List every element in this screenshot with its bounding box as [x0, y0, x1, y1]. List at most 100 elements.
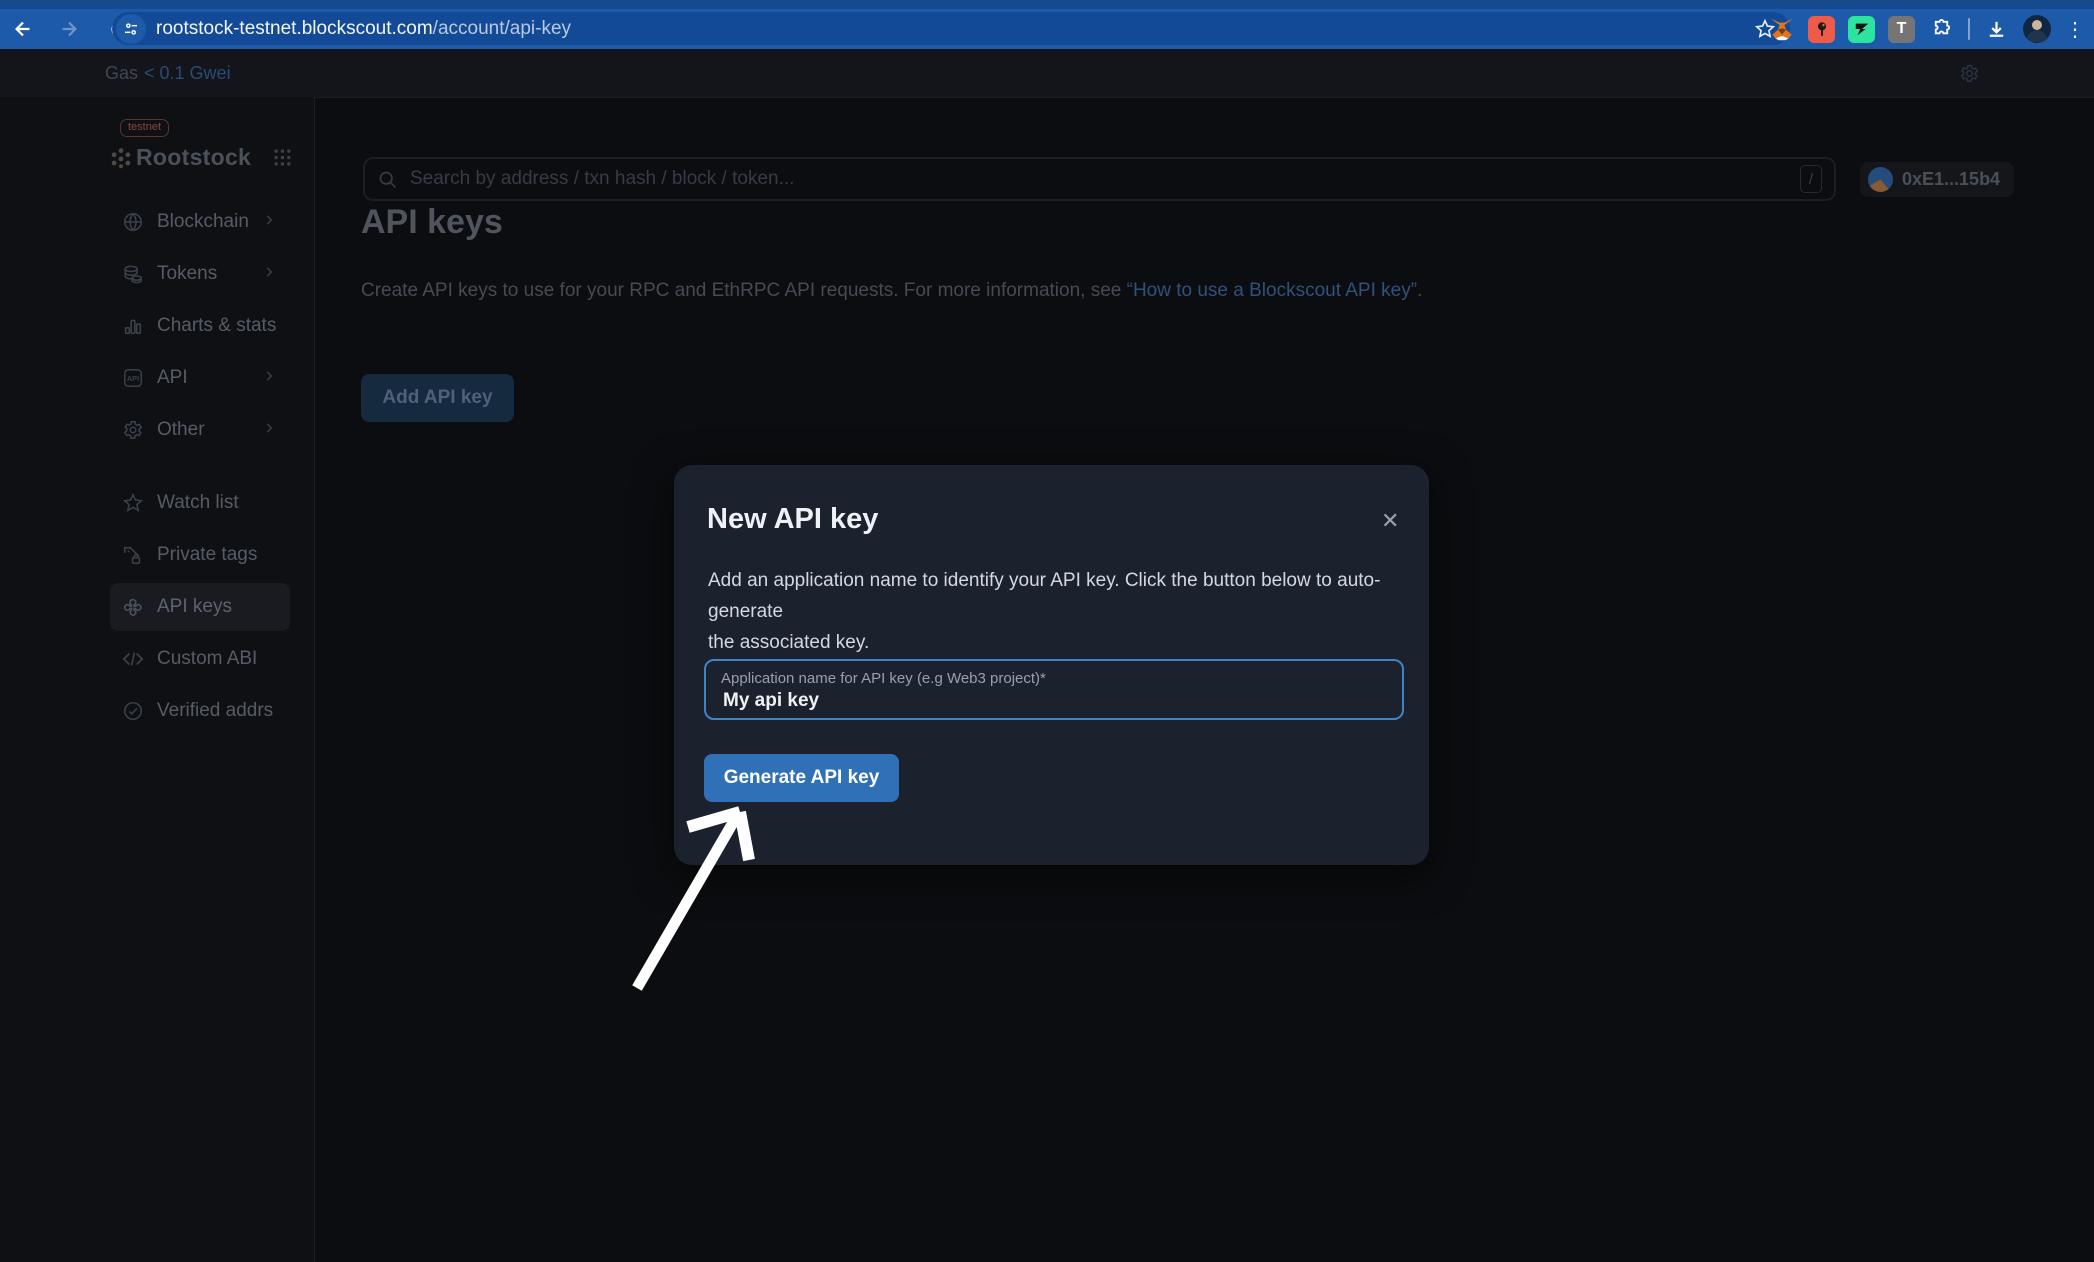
t-extension-button[interactable]: T [1888, 16, 1915, 43]
puzzle-icon [1930, 18, 1953, 41]
sidebar-item-verified-addrs[interactable]: Verified addrs [110, 687, 290, 735]
downloads-button[interactable] [1983, 16, 2010, 43]
sidebar-item-label: Other [157, 419, 262, 441]
application-name-input[interactable] [721, 689, 1385, 713]
description-period: . [1417, 280, 1422, 301]
chevron-right-icon [262, 263, 276, 285]
sidebar: testnet Rootstock [0, 97, 315, 1262]
avatar-head-shape [2032, 20, 2042, 30]
page-description: Create API keys to use for your RPC and … [361, 280, 1422, 302]
modal-close-button[interactable]: ✕ [1375, 505, 1405, 535]
account-nav: Watch list Private tags API keys [110, 479, 290, 739]
description-text: Create API keys to use for your RPC and … [361, 280, 1127, 301]
gear-icon [122, 419, 144, 441]
green-extension-glyph-icon [1854, 21, 1870, 37]
api-badge-icon: API [122, 367, 144, 389]
t-extension-letter: T [1897, 20, 1907, 38]
logo-block[interactable]: testnet Rootstock [110, 117, 300, 171]
sidebar-item-label: Custom ABI [157, 648, 276, 670]
site-settings-icon [123, 21, 139, 37]
sidebar-item-label: Watch list [157, 492, 276, 514]
gear-icon [1959, 63, 1980, 84]
how-to-use-link[interactable]: “How to use a Blockscout API key” [1127, 280, 1417, 301]
search-icon [377, 169, 398, 190]
sidebar-item-tokens[interactable]: Tokens [110, 250, 290, 298]
pin-extension-button[interactable] [1808, 16, 1835, 43]
sidebar-item-label: API [157, 367, 262, 389]
modal-description: Add an application name to identify your… [708, 565, 1403, 658]
top-stats-strip: Gas < 0.1 Gwei [0, 49, 2094, 98]
bar-chart-icon [122, 315, 144, 337]
sidebar-item-blockchain[interactable]: Blockchain [110, 198, 290, 246]
modal-description-line1: Add an application name to identify your… [708, 570, 1380, 622]
url-path: /account/api-key [433, 18, 571, 39]
search-input[interactable] [408, 167, 1800, 191]
browser-profile-avatar[interactable] [2023, 15, 2051, 43]
chevron-right-icon [262, 211, 276, 233]
download-icon [1985, 18, 2008, 41]
page-settings-button[interactable] [1959, 49, 1980, 97]
toolbar-separator [1968, 18, 1970, 40]
site-settings-button[interactable] [116, 14, 146, 44]
star-icon [122, 492, 144, 514]
url-text[interactable]: rootstock-testnet.blockscout.com/account… [156, 18, 571, 40]
globe-icon [122, 211, 144, 233]
sidebar-item-label: Charts & stats [157, 315, 276, 337]
sidebar-item-private-tags[interactable]: Private tags [110, 531, 290, 579]
modal-title: New API key [707, 503, 878, 536]
browser-top-strip [0, 0, 2094, 9]
forward-arrow-icon [58, 18, 80, 40]
extensions-menu-button[interactable] [1928, 16, 1955, 43]
testnet-badge: testnet [120, 119, 169, 137]
sidebar-item-label: Blockchain [157, 211, 262, 233]
sidebar-item-custom-abi[interactable]: Custom ABI [110, 635, 290, 683]
search-shortcut-badge: / [1800, 165, 1822, 193]
metamask-extension-button[interactable] [1768, 16, 1795, 43]
api-key-icon [122, 596, 144, 618]
sidebar-item-api-keys[interactable]: API keys [110, 583, 290, 631]
page-title: API keys [361, 203, 503, 242]
gas-value: < 0.1 Gwei [144, 63, 231, 84]
kebab-menu-icon: ⋮ [2065, 17, 2085, 42]
address-bar[interactable]: rootstock-testnet.blockscout.com/account… [112, 12, 1790, 45]
pin-glyph-icon [1815, 21, 1829, 37]
sidebar-item-label: Private tags [157, 544, 276, 566]
application-name-label: Application name for API key (e.g Web3 p… [721, 670, 1046, 687]
sidebar-item-api[interactable]: API API [110, 354, 290, 402]
chevron-right-icon [262, 367, 276, 389]
main-nav: Blockchain Tokens Charts & stats [110, 198, 290, 458]
gas-tracker[interactable]: Gas < 0.1 Gwei [105, 49, 231, 97]
coins-icon [122, 263, 144, 285]
search-bar[interactable]: / [363, 157, 1836, 201]
back-arrow-icon [12, 18, 34, 40]
sidebar-item-label: Tokens [157, 263, 262, 285]
chevron-right-icon [262, 419, 276, 441]
url-host: rootstock-testnet.blockscout.com [156, 18, 433, 39]
apps-grid-icon[interactable] [273, 148, 292, 167]
sidebar-item-other[interactable]: Other [110, 406, 290, 454]
new-api-key-modal: New API key ✕ Add an application name to… [674, 465, 1429, 865]
screen: rootstock-testnet.blockscout.com/account… [0, 0, 2094, 1262]
rootstock-logo-text: Rootstock [136, 144, 251, 171]
svg-text:API: API [127, 374, 139, 383]
check-circle-icon [122, 700, 144, 722]
browser-toolbar: rootstock-testnet.blockscout.com/account… [0, 0, 2094, 49]
application-name-field[interactable]: Application name for API key (e.g Web3 p… [704, 659, 1404, 720]
rootstock-logo-icon [110, 147, 132, 169]
sidebar-item-charts-stats[interactable]: Charts & stats [110, 302, 290, 350]
add-api-key-button[interactable]: Add API key [361, 374, 514, 422]
sidebar-item-watch-list[interactable]: Watch list [110, 479, 290, 527]
forward-button[interactable] [52, 12, 86, 46]
generate-api-key-button[interactable]: Generate API key [704, 754, 899, 802]
sidebar-item-label: API keys [157, 596, 276, 618]
code-icon [122, 648, 144, 670]
sidebar-item-label: Verified addrs [157, 700, 276, 722]
account-button[interactable]: 0xE1...15b4 [1860, 162, 2014, 197]
account-avatar [1868, 167, 1893, 192]
gas-label: Gas [105, 63, 138, 84]
browser-menu-button[interactable]: ⋮ [2064, 12, 2086, 46]
back-button[interactable] [6, 12, 40, 46]
green-extension-button[interactable] [1848, 16, 1875, 43]
metamask-fox-icon [1769, 17, 1795, 41]
modal-description-line2: the associated key. [708, 632, 869, 653]
